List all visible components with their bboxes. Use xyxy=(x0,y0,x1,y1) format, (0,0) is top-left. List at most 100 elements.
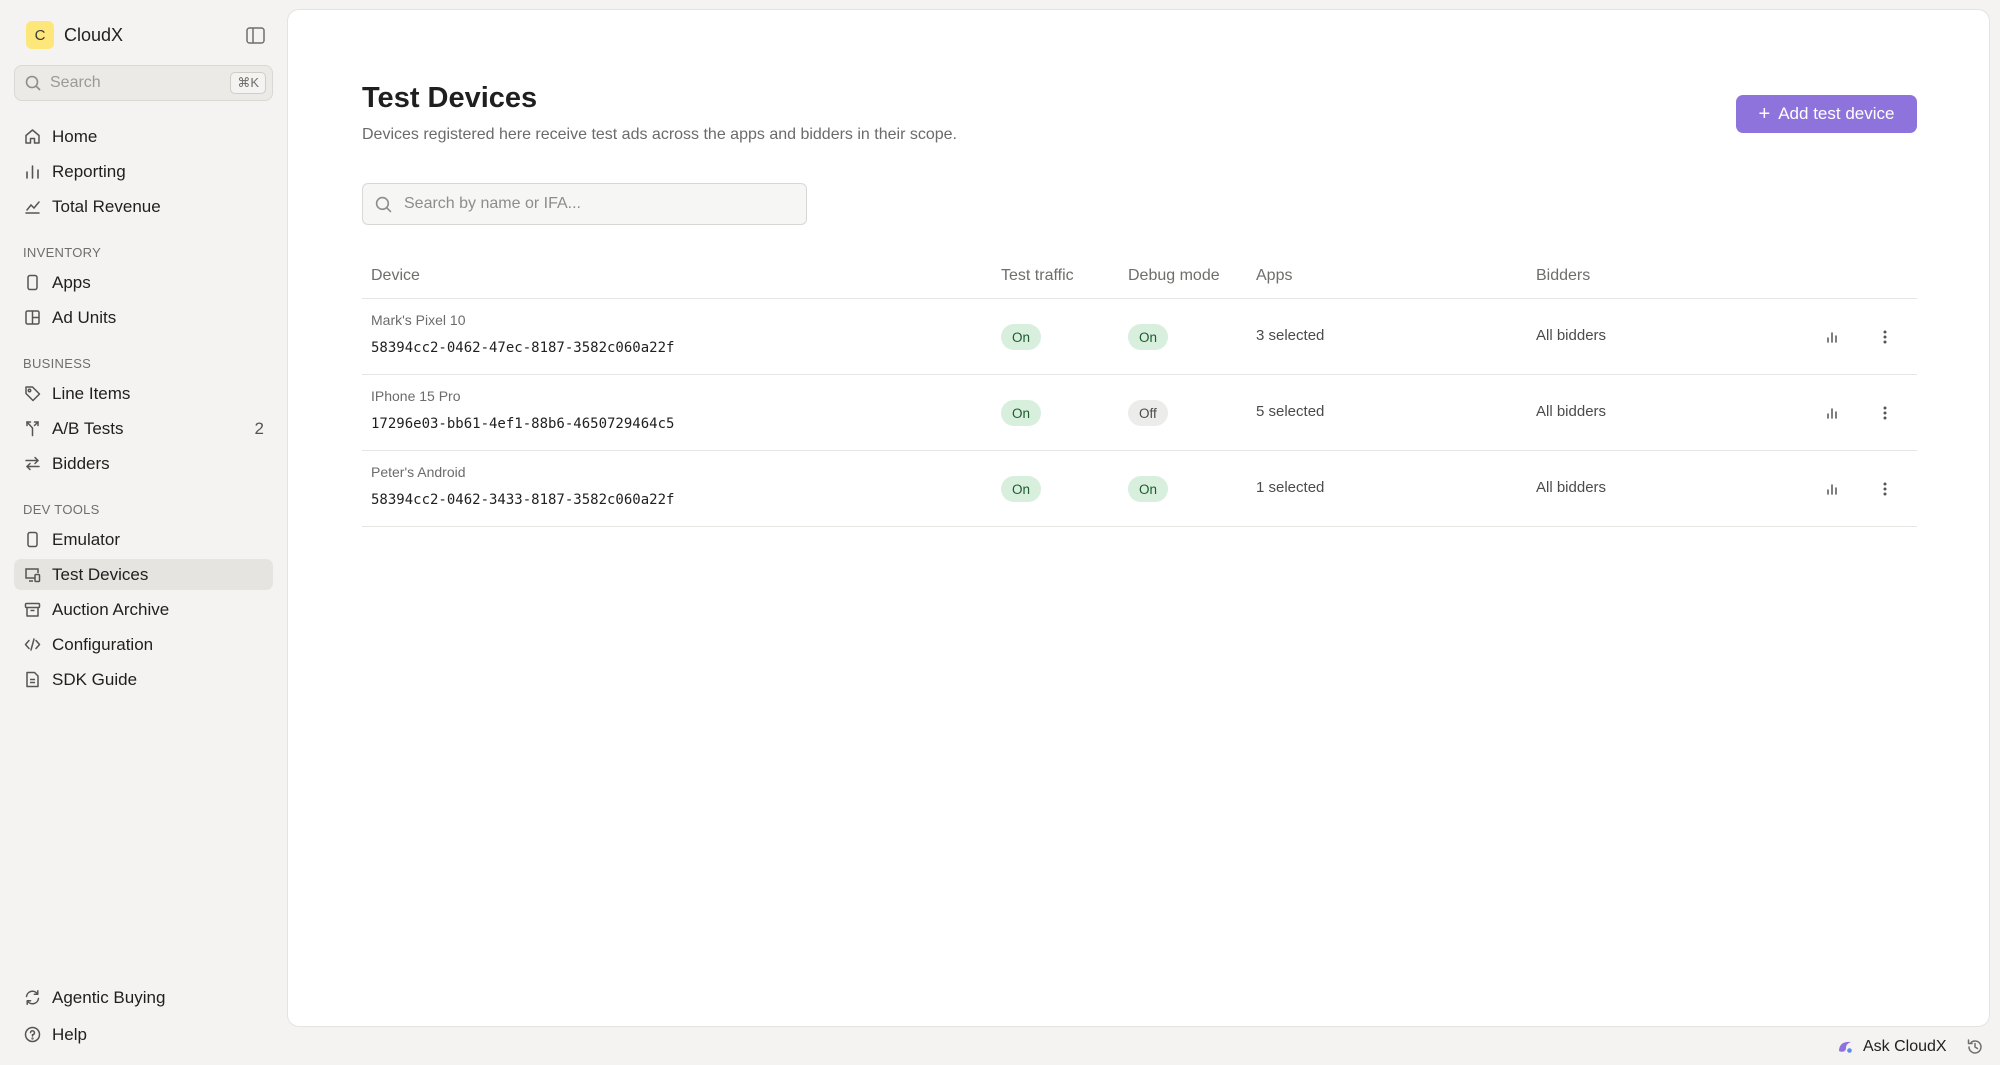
sidebar-item-home[interactable]: Home xyxy=(14,121,273,152)
sidebar-item-configuration[interactable]: Configuration xyxy=(14,629,273,660)
sidebar-search-placeholder: Search xyxy=(50,74,101,91)
search-shortcut-badge: ⌘K xyxy=(230,72,266,94)
sidebar-item-label: Test Devices xyxy=(52,564,149,584)
split-icon xyxy=(23,420,41,438)
more-vertical-icon[interactable] xyxy=(1874,478,1896,500)
sidebar-item-reporting[interactable]: Reporting xyxy=(14,156,273,187)
sidebar-item-label: Line Items xyxy=(52,383,131,403)
device-ifa: 58394cc2-0462-47ec-8187-3582c060a22f xyxy=(371,340,675,356)
device-name: IPhone 15 Pro xyxy=(371,388,461,404)
more-vertical-icon[interactable] xyxy=(1874,326,1896,348)
bidders-selection: All bidders xyxy=(1536,479,1607,496)
sidebar-item-label: Home xyxy=(52,126,98,146)
sidebar-item-label: Configuration xyxy=(52,634,154,654)
column-header-test-traffic[interactable]: Test traffic xyxy=(1001,267,1074,285)
apps-selection: 5 selected xyxy=(1256,403,1325,420)
brand[interactable]: C CloudX xyxy=(26,20,123,50)
column-header-apps[interactable]: Apps xyxy=(1256,267,1292,285)
table-header: Device Test traffic Debug mode Apps Bidd… xyxy=(362,255,1917,299)
sidebar-item-label: A/B Tests xyxy=(52,418,124,438)
sidebar: C CloudX Search ⌘K Home Reporting Total … xyxy=(0,0,286,1065)
history-icon[interactable] xyxy=(1966,1038,1984,1056)
sidebar-item-total-revenue[interactable]: Total Revenue xyxy=(14,191,273,222)
ask-cloudx-button[interactable]: Ask CloudX xyxy=(1836,1036,1947,1058)
column-header-device[interactable]: Device xyxy=(371,267,420,285)
device-search-input[interactable]: Search by name or IFA... xyxy=(362,183,807,225)
sidebar-item-emulator[interactable]: Emulator xyxy=(14,524,273,555)
search-icon xyxy=(25,75,41,91)
sidebar-item-label: Help xyxy=(52,1024,87,1044)
stats-icon[interactable] xyxy=(1821,402,1843,424)
main-panel: Test Devices Devices registered here rec… xyxy=(287,9,1990,1027)
sidebar-item-label: Total Revenue xyxy=(52,196,161,216)
device-search-placeholder: Search by name or IFA... xyxy=(404,195,581,212)
file-text-icon xyxy=(23,671,41,689)
sidebar-item-bidders[interactable]: Bidders xyxy=(14,448,273,479)
test-traffic-badge[interactable]: On xyxy=(1001,476,1042,502)
section-label-business: BUSINESS xyxy=(23,356,92,371)
sidebar-item-agentic-buying[interactable]: Agentic Buying xyxy=(14,982,273,1013)
bidders-selection: All bidders xyxy=(1536,327,1607,344)
home-icon xyxy=(23,128,41,146)
test-traffic-badge[interactable]: On xyxy=(1001,400,1042,426)
brand-logo: C xyxy=(26,21,54,49)
add-test-device-button[interactable]: + Add test device xyxy=(1736,95,1917,133)
sidebar-item-label: Reporting xyxy=(52,161,126,181)
sidebar-item-label: Apps xyxy=(52,272,91,292)
sidebar-item-ad-units[interactable]: Ad Units xyxy=(14,302,273,333)
sidebar-toggle-icon[interactable] xyxy=(242,24,268,46)
phone-icon xyxy=(23,531,41,549)
sidebar-item-auction-archive[interactable]: Auction Archive xyxy=(14,594,273,625)
search-icon xyxy=(375,196,392,213)
sidebar-item-label: Agentic Buying xyxy=(52,987,166,1007)
archive-icon xyxy=(23,601,41,619)
table-row[interactable]: Peter's Android 58394cc2-0462-3433-8187-… xyxy=(362,451,1917,527)
help-circle-icon xyxy=(23,1026,41,1044)
debug-mode-badge[interactable]: On xyxy=(1128,324,1169,350)
sidebar-search[interactable]: Search ⌘K xyxy=(14,65,273,101)
column-header-debug-mode[interactable]: Debug mode xyxy=(1128,267,1220,285)
debug-mode-badge[interactable]: On xyxy=(1128,476,1169,502)
sparkle-logo-icon xyxy=(1836,1038,1854,1056)
trend-chart-icon xyxy=(23,198,41,216)
sidebar-item-help[interactable]: Help xyxy=(14,1019,273,1050)
more-vertical-icon[interactable] xyxy=(1874,402,1896,424)
bidders-selection: All bidders xyxy=(1536,403,1607,420)
section-label-dev-tools: DEV TOOLS xyxy=(23,502,100,517)
section-label-inventory: INVENTORY xyxy=(23,245,102,260)
phone-icon xyxy=(23,274,41,292)
apps-selection: 1 selected xyxy=(1256,479,1325,496)
sidebar-item-ab-tests[interactable]: A/B Tests 2 xyxy=(14,413,273,444)
stats-icon[interactable] xyxy=(1821,326,1843,348)
page-subtitle: Devices registered here receive test ads… xyxy=(362,126,957,143)
device-name: Mark's Pixel 10 xyxy=(371,312,466,328)
sidebar-item-label: Auction Archive xyxy=(52,599,170,619)
ask-cloudx-label: Ask CloudX xyxy=(1863,1038,1947,1055)
tag-icon xyxy=(23,385,41,403)
sidebar-item-line-items[interactable]: Line Items xyxy=(14,378,273,409)
refresh-arrows-icon xyxy=(23,989,41,1007)
device-name: Peter's Android xyxy=(371,464,466,480)
column-header-bidders[interactable]: Bidders xyxy=(1536,267,1590,285)
plus-icon: + xyxy=(1758,103,1771,125)
ab-tests-count-badge: 2 xyxy=(254,418,264,438)
sidebar-item-label: Bidders xyxy=(52,453,110,473)
table-row[interactable]: IPhone 15 Pro 17296e03-bb61-4ef1-88b6-46… xyxy=(362,375,1917,451)
table-row[interactable]: Mark's Pixel 10 58394cc2-0462-47ec-8187-… xyxy=(362,299,1917,375)
device-ifa: 58394cc2-0462-3433-8187-3582c060a22f xyxy=(371,492,675,508)
sidebar-item-sdk-guide[interactable]: SDK Guide xyxy=(14,664,273,695)
devices-icon xyxy=(23,566,41,584)
test-traffic-badge[interactable]: On xyxy=(1001,324,1042,350)
sidebar-item-test-devices[interactable]: Test Devices xyxy=(14,559,273,590)
debug-mode-badge[interactable]: Off xyxy=(1128,400,1168,426)
layout-icon xyxy=(23,309,41,327)
stats-icon[interactable] xyxy=(1821,478,1843,500)
sidebar-item-label: SDK Guide xyxy=(52,669,138,689)
add-button-label: Add test device xyxy=(1778,104,1895,123)
device-ifa: 17296e03-bb61-4ef1-88b6-4650729464c5 xyxy=(371,416,675,432)
brand-name: CloudX xyxy=(64,24,124,45)
sidebar-item-label: Emulator xyxy=(52,529,121,549)
arrows-exchange-icon xyxy=(23,455,41,473)
sidebar-item-apps[interactable]: Apps xyxy=(14,267,273,298)
test-devices-table: Device Test traffic Debug mode Apps Bidd… xyxy=(362,255,1917,527)
